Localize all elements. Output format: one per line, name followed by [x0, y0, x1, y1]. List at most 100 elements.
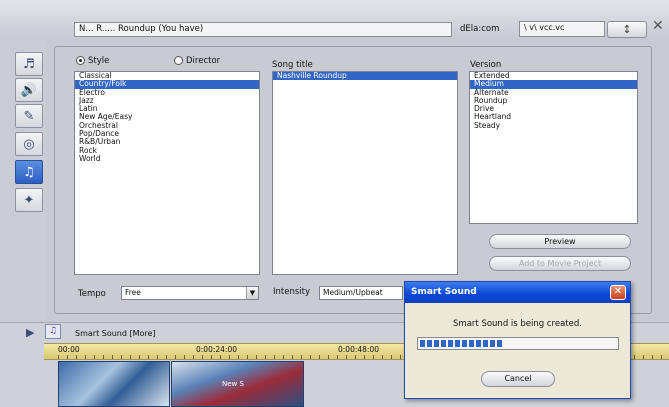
- versions-header: Version: [470, 60, 502, 70]
- progress-segment: [455, 340, 460, 347]
- ruler-tick: [112, 355, 113, 359]
- versions-list[interactable]: Extended Medium Alternate Roundup Drive Heart…: [469, 71, 638, 224]
- list-item[interactable]: R&B/Urban: [75, 138, 259, 147]
- progress-segment: [497, 340, 502, 347]
- ruler-tick: [661, 355, 662, 359]
- disc-icon[interactable]: ◎: [15, 132, 43, 156]
- duration-label: dEla:com: [460, 24, 500, 34]
- ruler-tick: [364, 355, 365, 359]
- ruler-tick: [652, 355, 653, 359]
- cancel-button[interactable]: Cancel: [481, 371, 555, 387]
- progress-segment: [469, 340, 474, 347]
- ruler-tick: [238, 355, 239, 359]
- duration-field[interactable]: \ v\ vcc.vc: [519, 21, 605, 37]
- songs-list[interactable]: Nashville Roundup: [272, 71, 458, 275]
- radio-style-label: Style: [88, 56, 110, 66]
- ruler-tick: [121, 355, 122, 359]
- list-item[interactable]: World: [75, 154, 259, 163]
- ruler-tick: [337, 355, 338, 359]
- ruler-mark-2: 0:00:48:00: [338, 345, 379, 354]
- ruler-tick: [130, 355, 131, 359]
- list-item[interactable]: Steady: [470, 121, 637, 130]
- ruler-tick: [94, 355, 95, 359]
- track-label: Smart Sound [More]: [75, 329, 156, 338]
- ruler-tick: [247, 355, 248, 359]
- ruler-tick: [184, 355, 185, 359]
- list-item[interactable]: Rock: [75, 146, 259, 155]
- intensity-dropdown[interactable]: Medium/Upbeat: [319, 286, 403, 300]
- ruler-mark-1: 0:00:24:00: [196, 345, 237, 354]
- styles-list[interactable]: Classical Country/Folk Electro Jazz Latin New…: [74, 71, 260, 275]
- ruler-tick: [382, 355, 383, 359]
- progress-segment: [427, 340, 432, 347]
- smart-sound-dialog: Smart Sound ✕ Smart Sound is being creat…: [404, 281, 631, 399]
- ruler-tick: [67, 355, 68, 359]
- track-video-icon[interactable]: ▶: [26, 326, 34, 339]
- ruler-tick: [634, 355, 635, 359]
- tempo-label: Tempo: [78, 289, 106, 299]
- ruler-tick: [391, 355, 392, 359]
- ruler-tick: [400, 355, 401, 359]
- progress-segment: [476, 340, 481, 347]
- preview-button[interactable]: Preview: [489, 234, 631, 249]
- dialog-close-icon[interactable]: ✕: [610, 285, 626, 300]
- ruler-tick: [220, 355, 221, 359]
- tempo-value: Free: [125, 288, 141, 297]
- progress-segment: [448, 340, 453, 347]
- close-icon[interactable]: ✕: [652, 18, 664, 34]
- songs-header: Song title: [272, 60, 313, 70]
- radio-director-label: Director: [186, 56, 221, 66]
- progress-segment: [462, 340, 467, 347]
- radio-director-button[interactable]: [174, 56, 183, 65]
- radio-director[interactable]: Director: [174, 56, 220, 66]
- video-clip-1[interactable]: [58, 361, 170, 407]
- progress-bar: [417, 337, 619, 350]
- ruler-tick: [328, 355, 329, 359]
- ruler-tick: [346, 355, 347, 359]
- radio-style-button[interactable]: [76, 56, 85, 65]
- intensity-value: Medium/Upbeat: [323, 288, 383, 297]
- audio-icon[interactable]: 🔊: [15, 78, 43, 102]
- ruler-tick: [175, 355, 176, 359]
- list-item[interactable]: Nashville Roundup: [273, 72, 457, 81]
- progress-segment: [483, 340, 488, 347]
- list-item[interactable]: Roundup: [470, 96, 637, 105]
- list-item[interactable]: Electro: [75, 88, 259, 97]
- ruler-tick: [202, 355, 203, 359]
- effects-icon[interactable]: ✦: [15, 188, 43, 212]
- clip-label: New S: [222, 380, 244, 388]
- ruler-tick: [103, 355, 104, 359]
- tempo-dropdown[interactable]: Free ▼: [121, 286, 259, 300]
- track-music-icon[interactable]: ♫: [45, 324, 61, 339]
- ruler-tick: [193, 355, 194, 359]
- ruler-tick: [148, 355, 149, 359]
- duration-spinner[interactable]: ↕: [607, 21, 647, 38]
- ruler-tick: [319, 355, 320, 359]
- chevron-down-icon[interactable]: ▼: [246, 287, 258, 299]
- ruler-tick: [85, 355, 86, 359]
- ruler-mark-0: 00:00: [58, 345, 80, 354]
- ruler-tick: [283, 355, 284, 359]
- ruler-tick: [229, 355, 230, 359]
- progress-segment: [420, 340, 425, 347]
- progress-segment: [490, 340, 495, 347]
- ruler-tick: [643, 355, 644, 359]
- progress-segment: [434, 340, 439, 347]
- list-item[interactable]: Jazz: [75, 96, 259, 105]
- ruler-tick: [166, 355, 167, 359]
- music-icon[interactable]: ♫: [15, 160, 43, 184]
- ruler-tick: [373, 355, 374, 359]
- title-icon[interactable]: ✎: [15, 104, 43, 128]
- ruler-tick: [301, 355, 302, 359]
- ruler-tick: [355, 355, 356, 359]
- ruler-tick: [139, 355, 140, 359]
- add-to-project-button[interactable]: Add to Movie Project: [489, 256, 631, 271]
- radio-style[interactable]: Style: [76, 56, 109, 66]
- ruler-tick: [292, 355, 293, 359]
- project-name-field[interactable]: N... R..... Roundup (You have): [74, 22, 452, 37]
- ruler-tick: [211, 355, 212, 359]
- video-clip-2[interactable]: New S: [171, 361, 304, 407]
- ruler-tick: [274, 355, 275, 359]
- video-icon[interactable]: ♬: [15, 52, 43, 76]
- dialog-message: Smart Sound is being created.: [453, 319, 582, 329]
